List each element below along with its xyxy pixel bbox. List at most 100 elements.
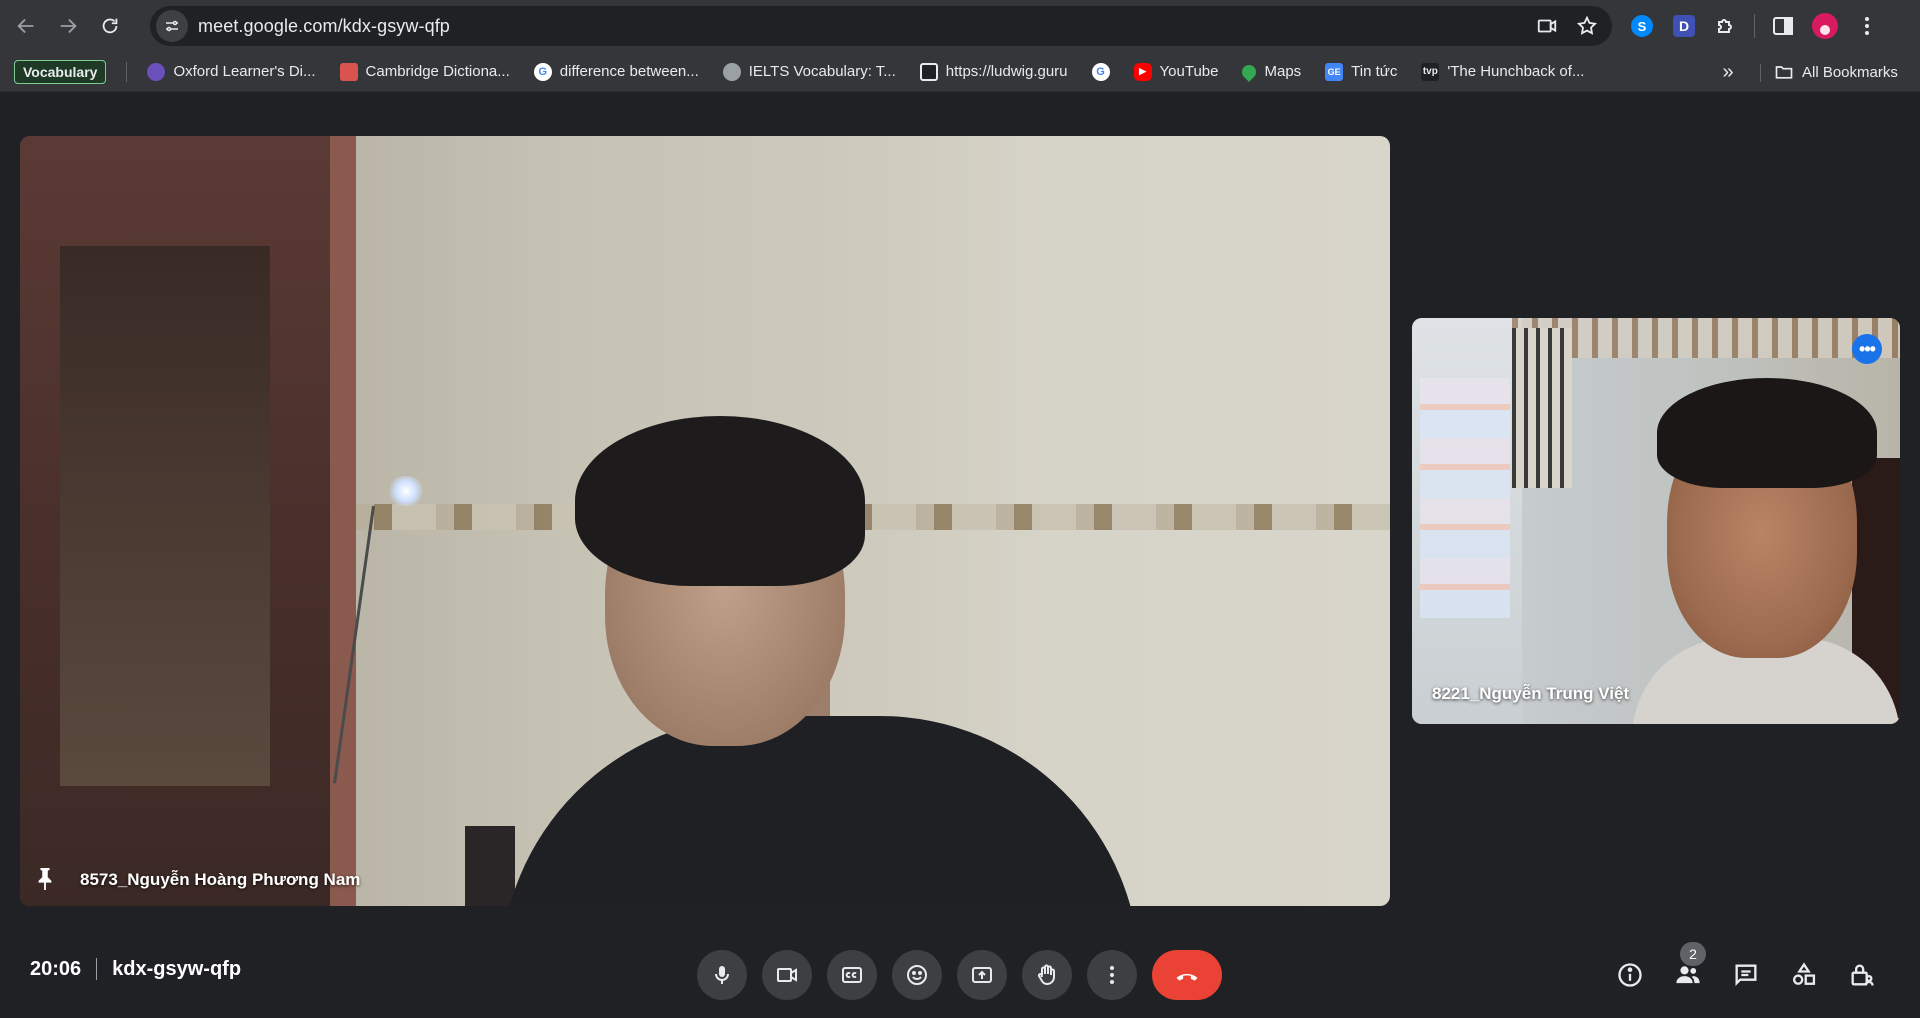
ludwig-icon <box>919 62 938 81</box>
video-background <box>465 826 515 906</box>
bookmark-item[interactable]: G <box>1084 58 1118 86</box>
maps-icon <box>1239 61 1260 82</box>
activities-button[interactable] <box>1784 952 1824 998</box>
participant-video <box>575 416 865 586</box>
cambridge-icon <box>339 62 358 81</box>
bookmark-star-icon[interactable] <box>1576 15 1598 37</box>
info-icon <box>1618 963 1642 987</box>
more-options-button[interactable] <box>1087 950 1137 1000</box>
meet-stage: 8573_Nguyễn Hoàng Phương Nam ••• 8221_Ng… <box>0 92 1920 1018</box>
toolbar-separator <box>1754 14 1755 38</box>
leave-call-button[interactable] <box>1152 950 1222 1000</box>
bookmark-item[interactable]: Cambridge Dictiona... <box>332 58 518 86</box>
bookmarks-divider <box>126 61 128 82</box>
all-bookmarks-label: All Bookmarks <box>1802 63 1898 81</box>
captions-button[interactable] <box>827 950 877 1000</box>
browser-menu-icon[interactable] <box>1853 12 1881 40</box>
video-background <box>60 246 270 786</box>
extensions-puzzle-icon[interactable] <box>1712 12 1740 40</box>
bookmarks-bar: Vocabulary Oxford Learner's Di... Cambrid… <box>0 52 1920 92</box>
lock-person-icon <box>1851 964 1874 986</box>
bookmark-label: Cambridge Dictiona... <box>365 63 510 80</box>
bookmark-label: 'The Hunchback of... <box>1447 63 1585 80</box>
participant-tile-main[interactable]: 8573_Nguyễn Hoàng Phương Nam <box>20 136 1390 906</box>
shazam-extension-icon[interactable]: S <box>1628 12 1656 40</box>
microphone-button[interactable] <box>697 950 747 1000</box>
bookmarks-divider <box>1760 64 1761 82</box>
video-background <box>356 504 1390 530</box>
tile-more-options-button[interactable]: ••• <box>1852 334 1882 364</box>
call-controls <box>697 950 1222 1000</box>
reactions-button[interactable] <box>892 950 942 1000</box>
pin-icon[interactable] <box>34 866 56 892</box>
browser-toolbar: meet.google.com/kdx-gsyw-qfp S D <box>0 0 1920 52</box>
host-controls-button[interactable] <box>1842 952 1882 998</box>
globe-icon <box>722 62 741 81</box>
bookmark-label: YouTube <box>1159 63 1219 80</box>
bookmark-item[interactable]: Gdifference between... <box>526 58 707 86</box>
google-icon: G <box>1091 62 1110 81</box>
camera-in-use-icon[interactable] <box>1536 15 1558 37</box>
hand-icon <box>1037 964 1055 986</box>
meeting-details-button[interactable] <box>1610 952 1650 998</box>
video-background <box>1512 328 1572 488</box>
chat-button[interactable] <box>1726 952 1766 998</box>
bookmark-label: difference between... <box>559 63 699 80</box>
microphone-icon <box>715 966 729 984</box>
meeting-info: 20:06 kdx-gsyw-qfp <box>30 954 241 984</box>
bookmark-folder-vocabulary[interactable]: Vocabulary <box>14 59 107 84</box>
bookmark-item[interactable]: Maps <box>1234 58 1309 86</box>
bookmark-item[interactable]: tvp 'The Hunchback of... <box>1413 58 1592 86</box>
tune-icon <box>166 20 178 32</box>
meeting-info-divider <box>96 958 98 980</box>
back-button[interactable] <box>8 8 44 44</box>
video-background <box>1420 378 1510 618</box>
back-arrow-icon <box>17 18 34 34</box>
site-info-button[interactable] <box>156 10 188 42</box>
bookmark-label: https://ludwig.guru <box>945 63 1068 80</box>
bookmark-item[interactable]: GE Tin tức <box>1317 58 1405 86</box>
profile-avatar[interactable] <box>1811 12 1839 40</box>
meeting-code[interactable]: kdx-gsyw-qfp <box>112 958 241 981</box>
side-panel-controls: 2 <box>1610 942 1882 998</box>
side-panel-icon[interactable] <box>1769 12 1797 40</box>
d-extension-icon[interactable]: D <box>1670 12 1698 40</box>
bookmark-item[interactable]: ▶ YouTube <box>1126 58 1227 86</box>
forward-button[interactable] <box>50 8 86 44</box>
oxford-icon <box>147 62 166 81</box>
shapes-icon <box>1792 962 1816 985</box>
bookmark-label: IELTS Vocabulary: T... <box>748 63 896 80</box>
bookmark-item[interactable]: https://ludwig.guru <box>912 58 1076 86</box>
forward-arrow-icon <box>60 18 77 34</box>
all-bookmarks-button[interactable]: All Bookmarks <box>1774 58 1898 86</box>
video-camera-icon <box>777 968 797 982</box>
more-vert-icon <box>1110 966 1114 984</box>
raise-hand-button[interactable] <box>1022 950 1072 1000</box>
camera-button[interactable] <box>762 950 812 1000</box>
bookmark-label: Tin tức <box>1351 63 1398 80</box>
participant-name-side: 8221_Nguyễn Trung Việt <box>1432 684 1630 703</box>
present-screen-icon <box>972 967 992 983</box>
bookmark-item[interactable]: IELTS Vocabulary: T... <box>715 58 904 86</box>
folder-icon <box>1775 66 1793 79</box>
meeting-clock: 20:06 <box>30 957 82 980</box>
bookmark-item[interactable]: Oxford Learner's Di... <box>139 58 323 86</box>
youtube-icon: ▶ <box>1133 62 1152 81</box>
address-bar[interactable]: meet.google.com/kdx-gsyw-qfp <box>150 6 1612 46</box>
participant-tile-side[interactable]: ••• 8221_Nguyễn Trung Việt <box>1412 318 1900 724</box>
google-icon: G <box>533 62 552 81</box>
participant-name-main: 8573_Nguyễn Hoàng Phương Nam <box>80 870 361 889</box>
participant-video <box>1657 378 1877 488</box>
url-text[interactable]: meet.google.com/kdx-gsyw-qfp <box>198 16 450 37</box>
people-count-badge: 2 <box>1680 942 1706 966</box>
people-button[interactable]: 2 <box>1668 942 1708 998</box>
hang-up-icon <box>1176 973 1198 981</box>
present-screen-button[interactable] <box>957 950 1007 1000</box>
more-bookmarks-chevron-icon[interactable]: » <box>1714 60 1742 84</box>
news-icon: GE <box>1325 62 1344 81</box>
chat-icon <box>1735 964 1757 986</box>
emoji-icon <box>907 965 927 985</box>
tvp-icon: tvp <box>1421 62 1440 81</box>
video-background <box>386 476 426 506</box>
reload-button[interactable] <box>92 8 128 44</box>
